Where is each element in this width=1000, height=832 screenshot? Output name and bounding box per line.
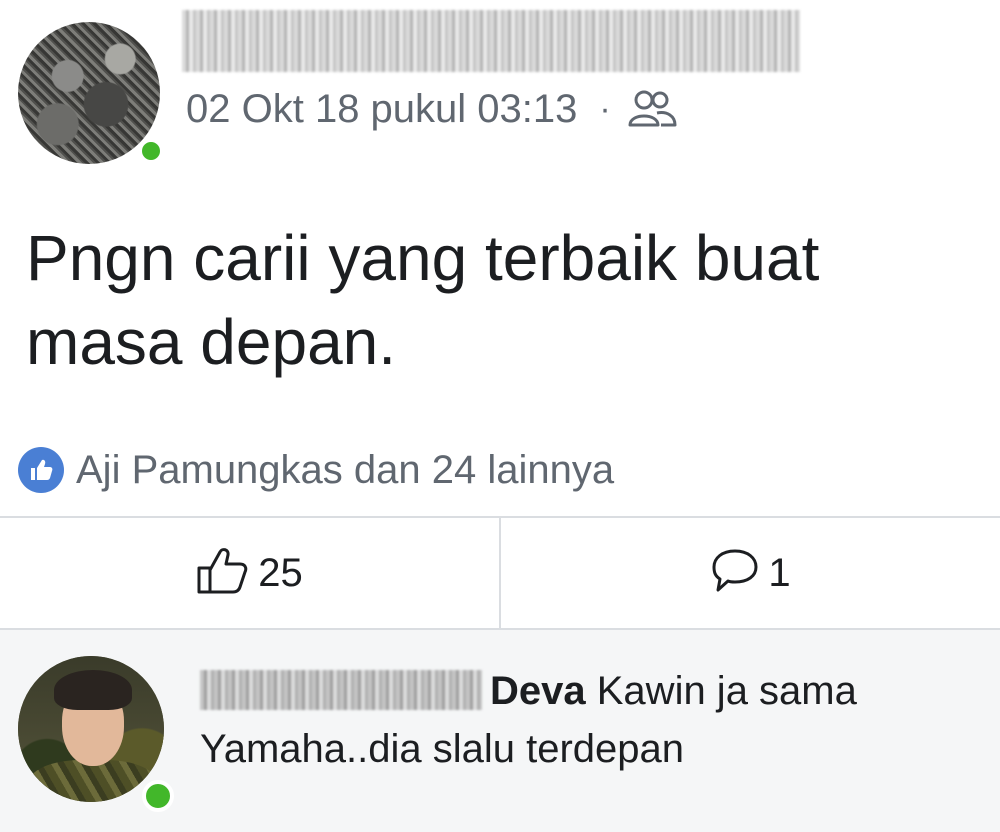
comment-icon — [710, 547, 760, 600]
friends-icon[interactable] — [627, 89, 679, 129]
post-header: 02 Okt 18 pukul 03:13 · — [0, 0, 1000, 180]
like-badge-icon — [18, 447, 64, 493]
post-author-avatar[interactable] — [18, 22, 166, 170]
post-author-name-redacted[interactable] — [182, 10, 800, 72]
commenter-online-indicator — [142, 780, 174, 812]
commenter-name-redacted[interactable] — [200, 670, 482, 710]
commenter-avatar-image — [18, 656, 164, 802]
thumbs-up-icon — [196, 546, 250, 601]
reactions-summary[interactable]: Aji Pamungkas dan 24 lainnya — [18, 444, 614, 496]
comment-body: Deva Kawin ja sama Yamaha..dia slalu ter… — [200, 662, 980, 778]
avatar-image-blurred — [18, 22, 160, 164]
commenter-name[interactable]: Deva — [490, 669, 586, 713]
post-meta: 02 Okt 18 pukul 03:13 · — [186, 84, 679, 134]
commenter-avatar[interactable] — [18, 656, 174, 812]
comment-count: 1 — [768, 550, 791, 595]
meta-separator: · — [599, 89, 611, 128]
like-count: 25 — [258, 550, 303, 595]
post-timestamp[interactable]: 02 Okt 18 pukul 03:13 — [186, 87, 577, 132]
like-button[interactable]: 25 — [0, 518, 499, 628]
online-status-indicator — [138, 138, 164, 164]
action-bar: 25 1 — [0, 516, 1000, 630]
comment-section: Deva Kawin ja sama Yamaha..dia slalu ter… — [0, 630, 1000, 832]
comment-button[interactable]: 1 — [499, 518, 1000, 628]
post-text: Pngn carii yang terbaik buat masa depan. — [26, 222, 820, 378]
reactions-summary-text: Aji Pamungkas dan 24 lainnya — [76, 447, 615, 492]
